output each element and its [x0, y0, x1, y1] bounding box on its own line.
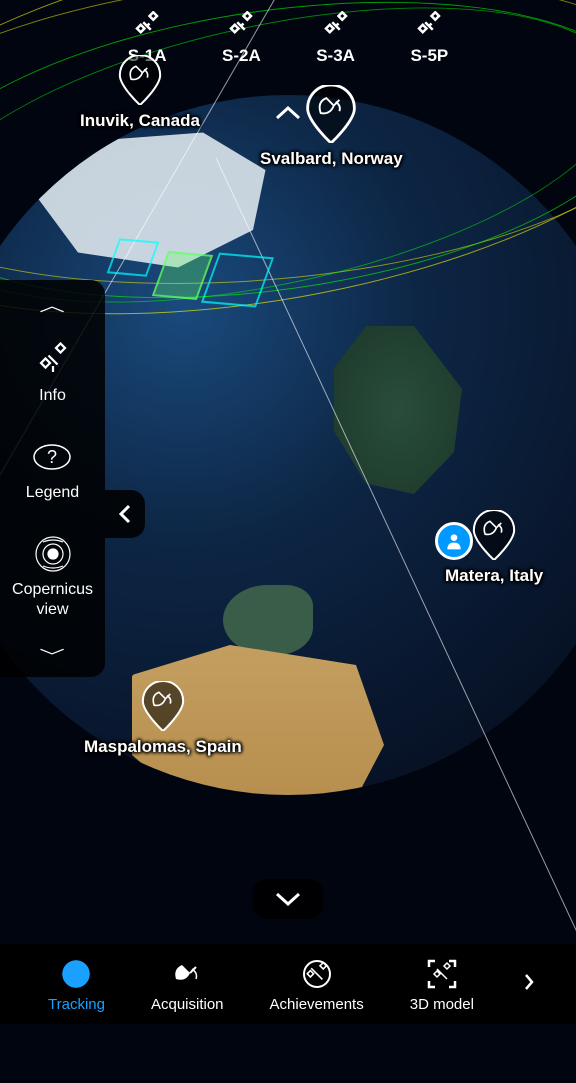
satellite-label: S-5P: [410, 46, 448, 66]
achievement-icon: [299, 956, 335, 992]
satellite-label: S-3A: [316, 46, 355, 66]
nav-label: Acquisition: [151, 996, 224, 1013]
station-inuvik[interactable]: Inuvik, Canada: [80, 55, 200, 131]
side-panel: ︿ Info ? Legend Copernicus view ﹀: [0, 280, 105, 677]
side-item-label: Legend: [26, 483, 79, 502]
station-label: Svalbard, Norway: [260, 149, 403, 169]
nav-achievements[interactable]: Achievements: [270, 956, 364, 1013]
station-label: Inuvik, Canada: [80, 111, 200, 131]
chevron-right-icon[interactable]: [520, 971, 538, 997]
satellite-icon: [225, 10, 257, 42]
nav-label: 3D model: [410, 996, 474, 1013]
satellite-icon: [33, 340, 73, 380]
satellite-s2a[interactable]: S-2A: [222, 10, 261, 66]
question-icon: ?: [32, 437, 72, 477]
station-maspalomas[interactable]: Maspalomas, Spain: [84, 681, 242, 757]
chevron-up-icon[interactable]: ︿: [40, 292, 66, 316]
dish-pin-icon: [469, 510, 519, 560]
dish-pin-icon: [115, 55, 165, 105]
satellite-icon: [413, 10, 445, 42]
legend-button[interactable]: ? Legend: [26, 437, 79, 502]
station-label: Maspalomas, Spain: [84, 737, 242, 757]
station-matera[interactable]: Matera, Italy: [445, 510, 543, 586]
station-svalbard[interactable]: Svalbard, Norway: [260, 85, 403, 169]
land-europe: [318, 305, 478, 515]
satellite-icon: [320, 10, 352, 42]
side-item-label: Copernicus view: [0, 580, 105, 618]
nav-3d-model[interactable]: 3D model: [410, 956, 474, 1013]
satellite-s5p[interactable]: S-5P: [410, 10, 448, 66]
copernicus-icon: [33, 534, 73, 574]
nav-label: Tracking: [48, 996, 105, 1013]
bottom-nav: Tracking Acquisition Achievements 3D mod…: [0, 944, 576, 1024]
copernicus-view-button[interactable]: Copernicus view: [0, 534, 105, 618]
land-iberia: [223, 585, 313, 655]
expand-bottom-button[interactable]: [253, 879, 323, 919]
side-item-label: Info: [39, 386, 66, 405]
chevron-down-icon[interactable]: ﹀: [40, 643, 66, 667]
globe-icon: [58, 956, 94, 992]
svg-text:?: ?: [47, 447, 57, 467]
collapse-panel-button[interactable]: [105, 490, 145, 538]
dish-pin-icon: [138, 681, 188, 731]
dish-icon: [169, 956, 205, 992]
frame-icon: [424, 956, 460, 992]
station-label: Matera, Italy: [445, 566, 543, 586]
nav-acquisition[interactable]: Acquisition: [151, 956, 224, 1013]
info-button[interactable]: Info: [33, 340, 73, 405]
satellite-icon: [131, 10, 163, 42]
satellite-s3a[interactable]: S-3A: [316, 10, 355, 66]
nav-label: Achievements: [270, 996, 364, 1013]
satellite-label: S-2A: [222, 46, 261, 66]
dish-pin-icon: [302, 85, 360, 143]
nav-tracking[interactable]: Tracking: [48, 956, 105, 1013]
